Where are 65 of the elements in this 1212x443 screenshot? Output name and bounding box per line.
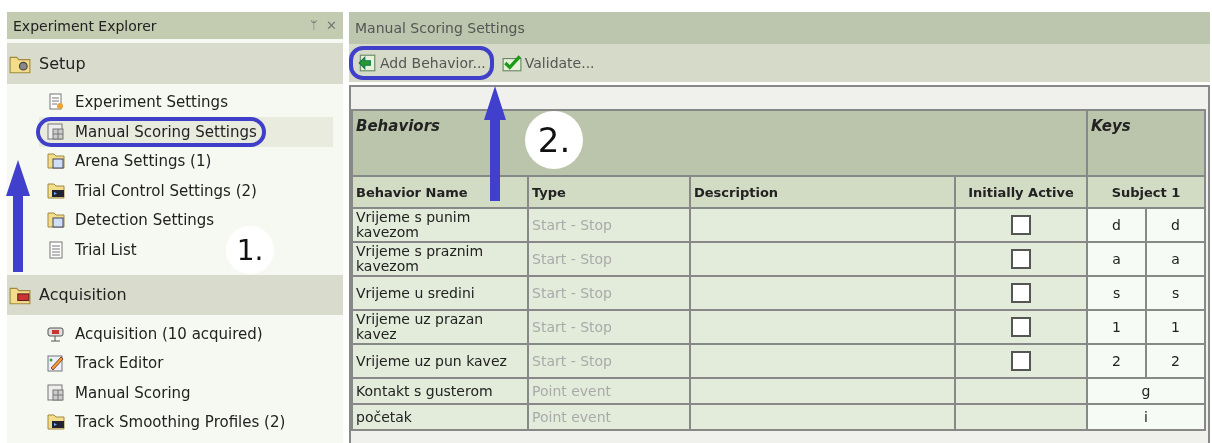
- key-cell: 2: [1146, 344, 1206, 378]
- table-cell: Vrijeme s punim kavezom: [352, 208, 528, 242]
- group-heading: Behaviors: [356, 117, 440, 135]
- checkbox[interactable]: [1011, 317, 1031, 337]
- table-cell: Start - Stop: [528, 208, 690, 242]
- add-icon: [357, 53, 377, 73]
- table-cell: Start - Stop: [528, 242, 690, 276]
- validate-button[interactable]: Validate...: [497, 50, 599, 76]
- panel-title: Experiment Explorer: [13, 17, 158, 34]
- checkbox[interactable]: [1011, 351, 1031, 371]
- camera-icon: [47, 324, 65, 343]
- tree-item[interactable]: Acquisition (10 acquired): [39, 319, 279, 349]
- table-cell: Vrijeme u sredini: [352, 276, 528, 310]
- panel-title: Manual Scoring Settings: [355, 20, 525, 36]
- folder-icon: [47, 152, 65, 171]
- key-cell: d: [1087, 208, 1147, 242]
- tree-item[interactable]: Track Smoothing Profiles (2): [39, 407, 302, 437]
- document-icon: [47, 93, 65, 112]
- key-cell: a: [1146, 242, 1206, 276]
- table-cell: Start - Stop: [528, 276, 690, 310]
- tree-item[interactable]: Manual Scoring: [39, 378, 207, 408]
- column-header: Subject 1: [1111, 184, 1181, 200]
- add-button[interactable]: Add Behavior...: [353, 50, 490, 76]
- folder-icon: [47, 181, 65, 200]
- tree-item[interactable]: Arena Settings (1): [39, 146, 228, 177]
- list-icon: [47, 240, 65, 259]
- table-cell: Vrijeme uz prazan kavez: [352, 310, 528, 344]
- column-header: Behavior Name: [356, 184, 468, 200]
- checkbox[interactable]: [1011, 215, 1031, 235]
- table-cell: Vrijeme uz pun kavez: [352, 344, 528, 378]
- table-cell: Point event: [528, 378, 690, 404]
- key-cell: g: [1087, 378, 1206, 404]
- pencil-icon: [47, 354, 65, 373]
- tree-item[interactable]: Experiment Settings: [39, 87, 244, 118]
- tree-item[interactable]: Trial Control Settings (2): [39, 176, 273, 206]
- tree-item[interactable]: Track Editor: [39, 348, 180, 378]
- column-header: Description: [694, 184, 779, 200]
- table-cell: Kontakt s gusterom: [352, 378, 528, 404]
- folder-icon: [47, 211, 65, 230]
- key-cell: i: [1087, 404, 1206, 430]
- grid-icon: [47, 383, 65, 402]
- key-cell: s: [1146, 276, 1206, 310]
- column-header: Initially Active: [968, 184, 1074, 200]
- folder-icon: [47, 413, 65, 432]
- group-header[interactable]: Acquisition: [7, 274, 343, 315]
- table-cell: Point event: [528, 404, 690, 430]
- table-cell: početak: [352, 404, 528, 430]
- key-cell: 1: [1146, 310, 1206, 344]
- tree-item[interactable]: Trial List: [39, 235, 153, 265]
- group-heading: Keys: [1091, 117, 1131, 135]
- tree-item[interactable]: Manual Scoring Settings: [39, 117, 333, 147]
- key-cell: 2: [1087, 344, 1147, 378]
- grid-icon: [47, 122, 65, 141]
- checkbox[interactable]: [1011, 249, 1031, 269]
- column-header: Type: [532, 184, 566, 200]
- key-cell: a: [1087, 242, 1147, 276]
- table-cell: Start - Stop: [528, 310, 690, 344]
- table-cell: Start - Stop: [528, 344, 690, 378]
- check-icon: [501, 53, 522, 73]
- checkbox[interactable]: [1011, 283, 1031, 303]
- group-header[interactable]: Setup: [7, 43, 343, 84]
- key-cell: s: [1087, 276, 1147, 310]
- key-cell: d: [1146, 208, 1206, 242]
- key-cell: 1: [1087, 310, 1147, 344]
- table-cell: Vrijeme s praznim kavezom: [352, 242, 528, 276]
